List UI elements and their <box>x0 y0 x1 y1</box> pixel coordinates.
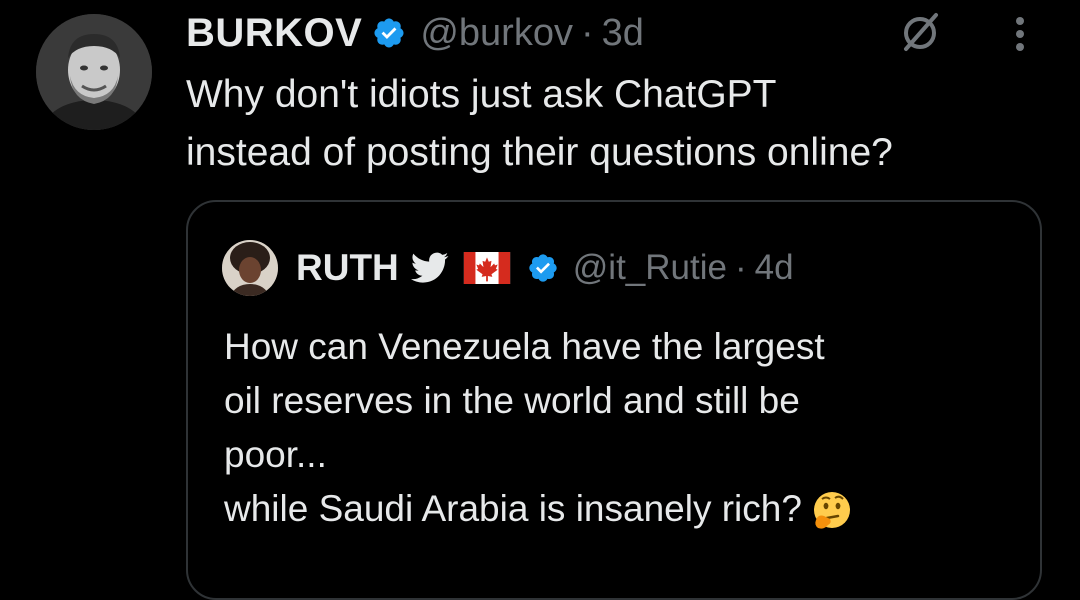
verified-badge-icon <box>374 18 404 48</box>
quoted-avatar[interactable] <box>222 240 278 296</box>
tweet-header: BURKOV @burkov · 3d <box>186 6 644 60</box>
quoted-text-line: How can Venezuela have the largest <box>224 326 825 367</box>
grok-icon[interactable] <box>897 10 943 56</box>
author-handle[interactable]: @burkov <box>420 12 573 55</box>
quoted-timestamp[interactable]: 4d <box>755 248 794 288</box>
quoted-author-handle[interactable]: @it_Rutie <box>573 248 727 288</box>
quoted-text-line-last: while Saudi Arabia is insanely rich? <box>224 482 1004 536</box>
quoted-text-line: while Saudi Arabia is insanely rich? <box>224 488 802 529</box>
tweet[interactable]: BURKOV @burkov · 3d Why don't idiots jus… <box>0 0 1080 600</box>
more-options-icon[interactable] <box>1003 10 1037 56</box>
tweet-text: Why don't idiots just ask ChatGPT instea… <box>186 66 1066 182</box>
tweet-text-line: Why don't idiots just ask ChatGPT <box>186 73 777 116</box>
avatar[interactable] <box>36 14 152 130</box>
separator-dot: · <box>734 248 747 287</box>
separator-dot: · <box>580 11 594 54</box>
canada-flag-icon <box>463 252 510 284</box>
author-name[interactable]: BURKOV <box>186 11 362 56</box>
thinking-face-icon <box>813 492 850 529</box>
quoted-author-name[interactable]: RUTH <box>296 247 399 289</box>
quoted-text-line: oil reserves in the world and still be <box>224 380 800 421</box>
quoted-tweet[interactable]: RUTH @it_Rutie · 4d How can Venezuela ha… <box>186 200 1042 600</box>
timestamp[interactable]: 3d <box>602 12 644 55</box>
verified-badge-icon <box>529 254 557 282</box>
bird-icon <box>410 252 449 283</box>
quoted-text-line: poor... <box>224 434 327 475</box>
tweet-text-line: instead of posting their questions onlin… <box>186 131 893 174</box>
quoted-tweet-text: How can Venezuela have the largest oil r… <box>224 320 1004 536</box>
quoted-header: RUTH @it_Rutie · 4d <box>296 240 794 296</box>
